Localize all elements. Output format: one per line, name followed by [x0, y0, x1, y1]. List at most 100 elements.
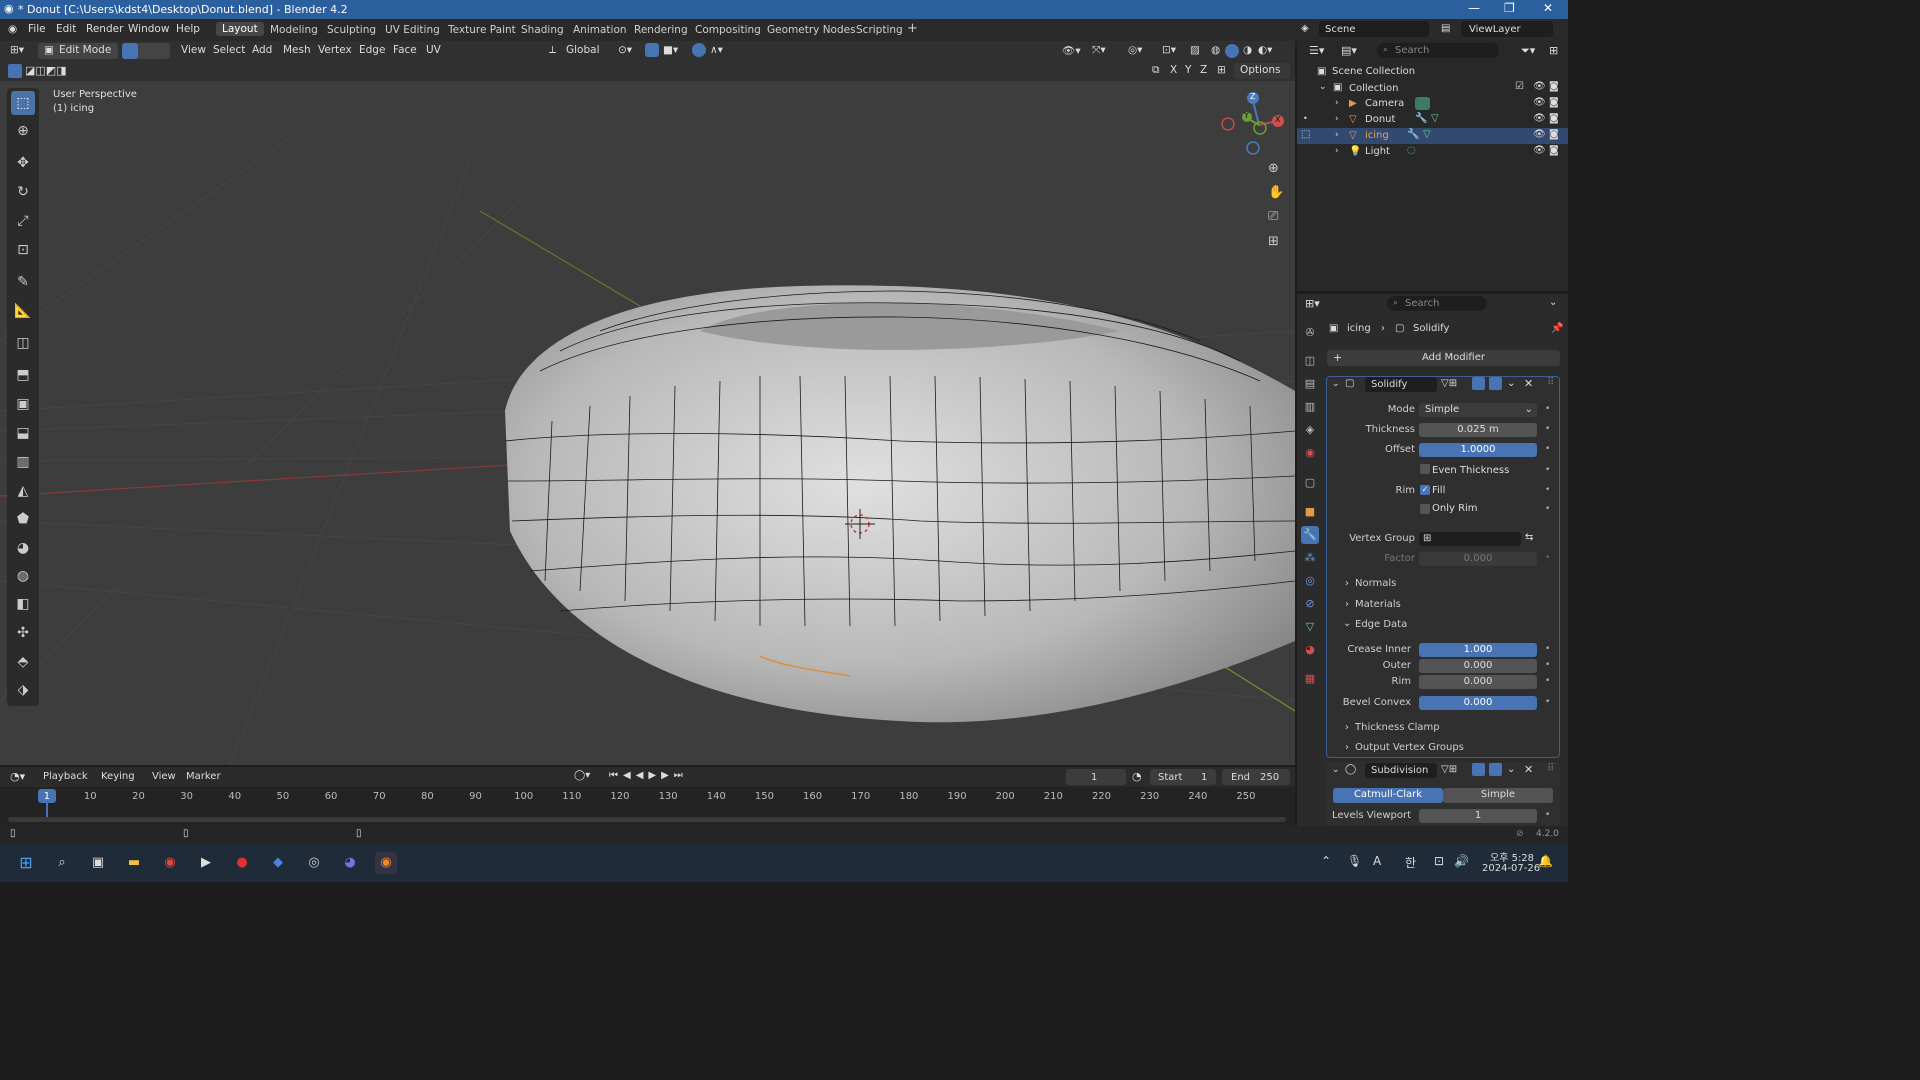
orientation-icon[interactable]: ⟂: [549, 44, 556, 57]
view-layer-tab-icon[interactable]: ▥: [1301, 398, 1319, 416]
shrink-fatten-tool-icon[interactable]: ✣: [11, 621, 35, 645]
realtime-toggle-icon[interactable]: [1472, 377, 1485, 390]
render-camera-icon[interactable]: ◙: [1549, 113, 1559, 124]
rim-crease-field[interactable]: 0.000: [1419, 675, 1537, 689]
youtube-music-icon[interactable]: ●: [231, 852, 253, 874]
menu-playback[interactable]: Playback: [43, 771, 88, 782]
search-icon[interactable]: ⌕: [51, 852, 73, 874]
loop-cut-tool-icon[interactable]: ▥: [11, 450, 35, 474]
collection-checkbox[interactable]: ☑: [1515, 81, 1524, 92]
pan-hand-icon[interactable]: ✋: [1268, 185, 1284, 200]
render-camera-icon[interactable]: ◙: [1549, 81, 1559, 92]
vertex-select-icon[interactable]: [122, 43, 138, 59]
discord-icon[interactable]: ◕: [339, 852, 361, 874]
menu-window[interactable]: Window: [128, 23, 169, 35]
chevron-right-icon[interactable]: ›: [1335, 98, 1339, 108]
keyframe-dot[interactable]: •: [1545, 676, 1550, 686]
keyframe-dot[interactable]: •: [1545, 444, 1550, 454]
only-rim-checkbox[interactable]: [1420, 504, 1430, 514]
ime-hangul[interactable]: 한: [1405, 854, 1416, 871]
mirror-z[interactable]: Z: [1200, 64, 1207, 76]
solid-shading-icon[interactable]: [1225, 44, 1239, 58]
preview-range-icon[interactable]: ◔: [1132, 770, 1142, 783]
menu-mesh[interactable]: Mesh: [283, 44, 311, 56]
factor-field[interactable]: 0.000: [1419, 552, 1537, 566]
output-tab-icon[interactable]: ▤: [1301, 375, 1319, 393]
chevron-right-icon[interactable]: ›: [1335, 146, 1339, 156]
thickness-clamp-subpanel[interactable]: Thickness Clamp: [1355, 722, 1440, 733]
menu-view[interactable]: View: [152, 771, 176, 782]
tab-sculpting[interactable]: Sculpting: [327, 24, 376, 36]
keyframe-dot[interactable]: •: [1545, 424, 1550, 434]
close-button[interactable]: ✕: [1543, 1, 1553, 15]
steam-icon[interactable]: ◎: [303, 852, 325, 874]
transform-tool-icon[interactable]: ⊡: [11, 238, 35, 262]
keyframe-dot[interactable]: •: [1545, 553, 1550, 563]
media-player-icon[interactable]: ▶: [195, 852, 217, 874]
render-toggle-icon[interactable]: [1489, 377, 1502, 390]
mirror-y[interactable]: Y: [1185, 64, 1191, 76]
menu-render[interactable]: Render: [86, 23, 123, 35]
world-tab-icon[interactable]: ◉: [1301, 444, 1319, 462]
outliner-item-light[interactable]: › 💡 Light ◌ 👁 ◙: [1297, 144, 1568, 160]
windows-start-icon[interactable]: ⊞: [15, 852, 37, 874]
chevron-right-icon[interactable]: ›: [1345, 722, 1349, 733]
chevron-up-icon[interactable]: ⌃: [1321, 854, 1331, 868]
keyframe-dot[interactable]: •: [1545, 404, 1550, 414]
poly-build-tool-icon[interactable]: ⬟: [11, 507, 35, 531]
gizmo-toggle-icon[interactable]: ⤧▾: [1092, 44, 1106, 57]
chevron-down-icon[interactable]: ⌄: [1507, 378, 1515, 389]
material-shading-icon[interactable]: ◑: [1243, 44, 1252, 56]
collection-label[interactable]: Collection: [1349, 83, 1398, 94]
tab-layout[interactable]: Layout: [216, 22, 264, 36]
render-tab-icon[interactable]: ◫: [1301, 352, 1319, 370]
blender-icon[interactable]: ◉: [375, 852, 397, 874]
overlay-icon[interactable]: ◎▾: [1128, 44, 1142, 56]
menu-face[interactable]: Face: [393, 44, 417, 56]
edit-mode-toggle-icon[interactable]: ▽⊞: [1441, 378, 1457, 389]
menu-file[interactable]: File: [28, 23, 46, 35]
keyframe-dot[interactable]: •: [1545, 644, 1550, 654]
data-tab-icon[interactable]: ▽: [1301, 618, 1319, 636]
object-tab-icon[interactable]: ■: [1301, 503, 1319, 521]
notification-bell-icon[interactable]: 🔔: [1538, 854, 1553, 868]
tab-compositing[interactable]: Compositing: [695, 24, 761, 36]
file-explorer-icon[interactable]: ▬: [123, 852, 145, 874]
close-icon[interactable]: ✕: [1524, 377, 1533, 390]
collection-tab-icon[interactable]: ▢: [1301, 474, 1319, 492]
playback-controls[interactable]: ⏮◀◀▶▶⏭: [609, 770, 688, 781]
catmull-clark-button[interactable]: Catmull-Clark: [1333, 788, 1443, 803]
chevron-down-icon[interactable]: ⌄: [1343, 618, 1351, 629]
eye-icon[interactable]: 👁: [1533, 145, 1546, 156]
pin-icon[interactable]: 📌: [1551, 323, 1563, 334]
timeline-scrollbar[interactable]: [8, 817, 1286, 822]
materials-subpanel[interactable]: Materials: [1355, 599, 1401, 610]
measure-tool-icon[interactable]: 📐: [11, 299, 35, 323]
outliner-item-icing[interactable]: ⬚ › ▽ icing 🔧 ▽ 👁 ◙: [1297, 128, 1568, 144]
drag-handle-icon[interactable]: ⠿: [1547, 763, 1554, 774]
modifier-tab-icon[interactable]: 🔧: [1301, 526, 1319, 544]
chevron-down-icon[interactable]: ⌄: [1319, 82, 1327, 92]
move-tool-icon[interactable]: ✥: [11, 151, 35, 175]
outliner-item-camera[interactable]: › ▶ Camera 👁 ◙: [1297, 96, 1568, 112]
chevron-right-icon[interactable]: ›: [1345, 599, 1349, 610]
minimize-button[interactable]: —: [1468, 1, 1480, 15]
keyframe-dot[interactable]: •: [1545, 810, 1550, 820]
orientation-dropdown[interactable]: Global: [566, 44, 600, 56]
chevron-down-icon[interactable]: ⌄: [1549, 297, 1557, 308]
outliner-editor-icon[interactable]: ☰▾: [1309, 44, 1324, 57]
scene-tab-icon[interactable]: ◈: [1301, 421, 1319, 439]
mode-dropdown[interactable]: Simple ⌄: [1419, 403, 1537, 417]
display-mode-icon[interactable]: ▤▾: [1341, 44, 1357, 57]
cursor-tool-icon[interactable]: ⊕: [11, 119, 35, 143]
tab-modeling[interactable]: Modeling: [270, 24, 318, 36]
shear-tool-icon[interactable]: ⬘: [11, 650, 35, 674]
tab-rendering[interactable]: Rendering: [634, 24, 688, 36]
chevron-right-icon[interactable]: ›: [1335, 130, 1339, 140]
eye-icon[interactable]: 👁: [1533, 113, 1546, 124]
texture-tab-icon[interactable]: ▦: [1301, 670, 1319, 688]
zoom-icon[interactable]: ⊕: [1268, 161, 1279, 176]
spin-tool-icon[interactable]: ◕: [11, 536, 35, 560]
menu-help[interactable]: Help: [176, 23, 200, 35]
offset-field[interactable]: 1.0000: [1419, 443, 1537, 457]
